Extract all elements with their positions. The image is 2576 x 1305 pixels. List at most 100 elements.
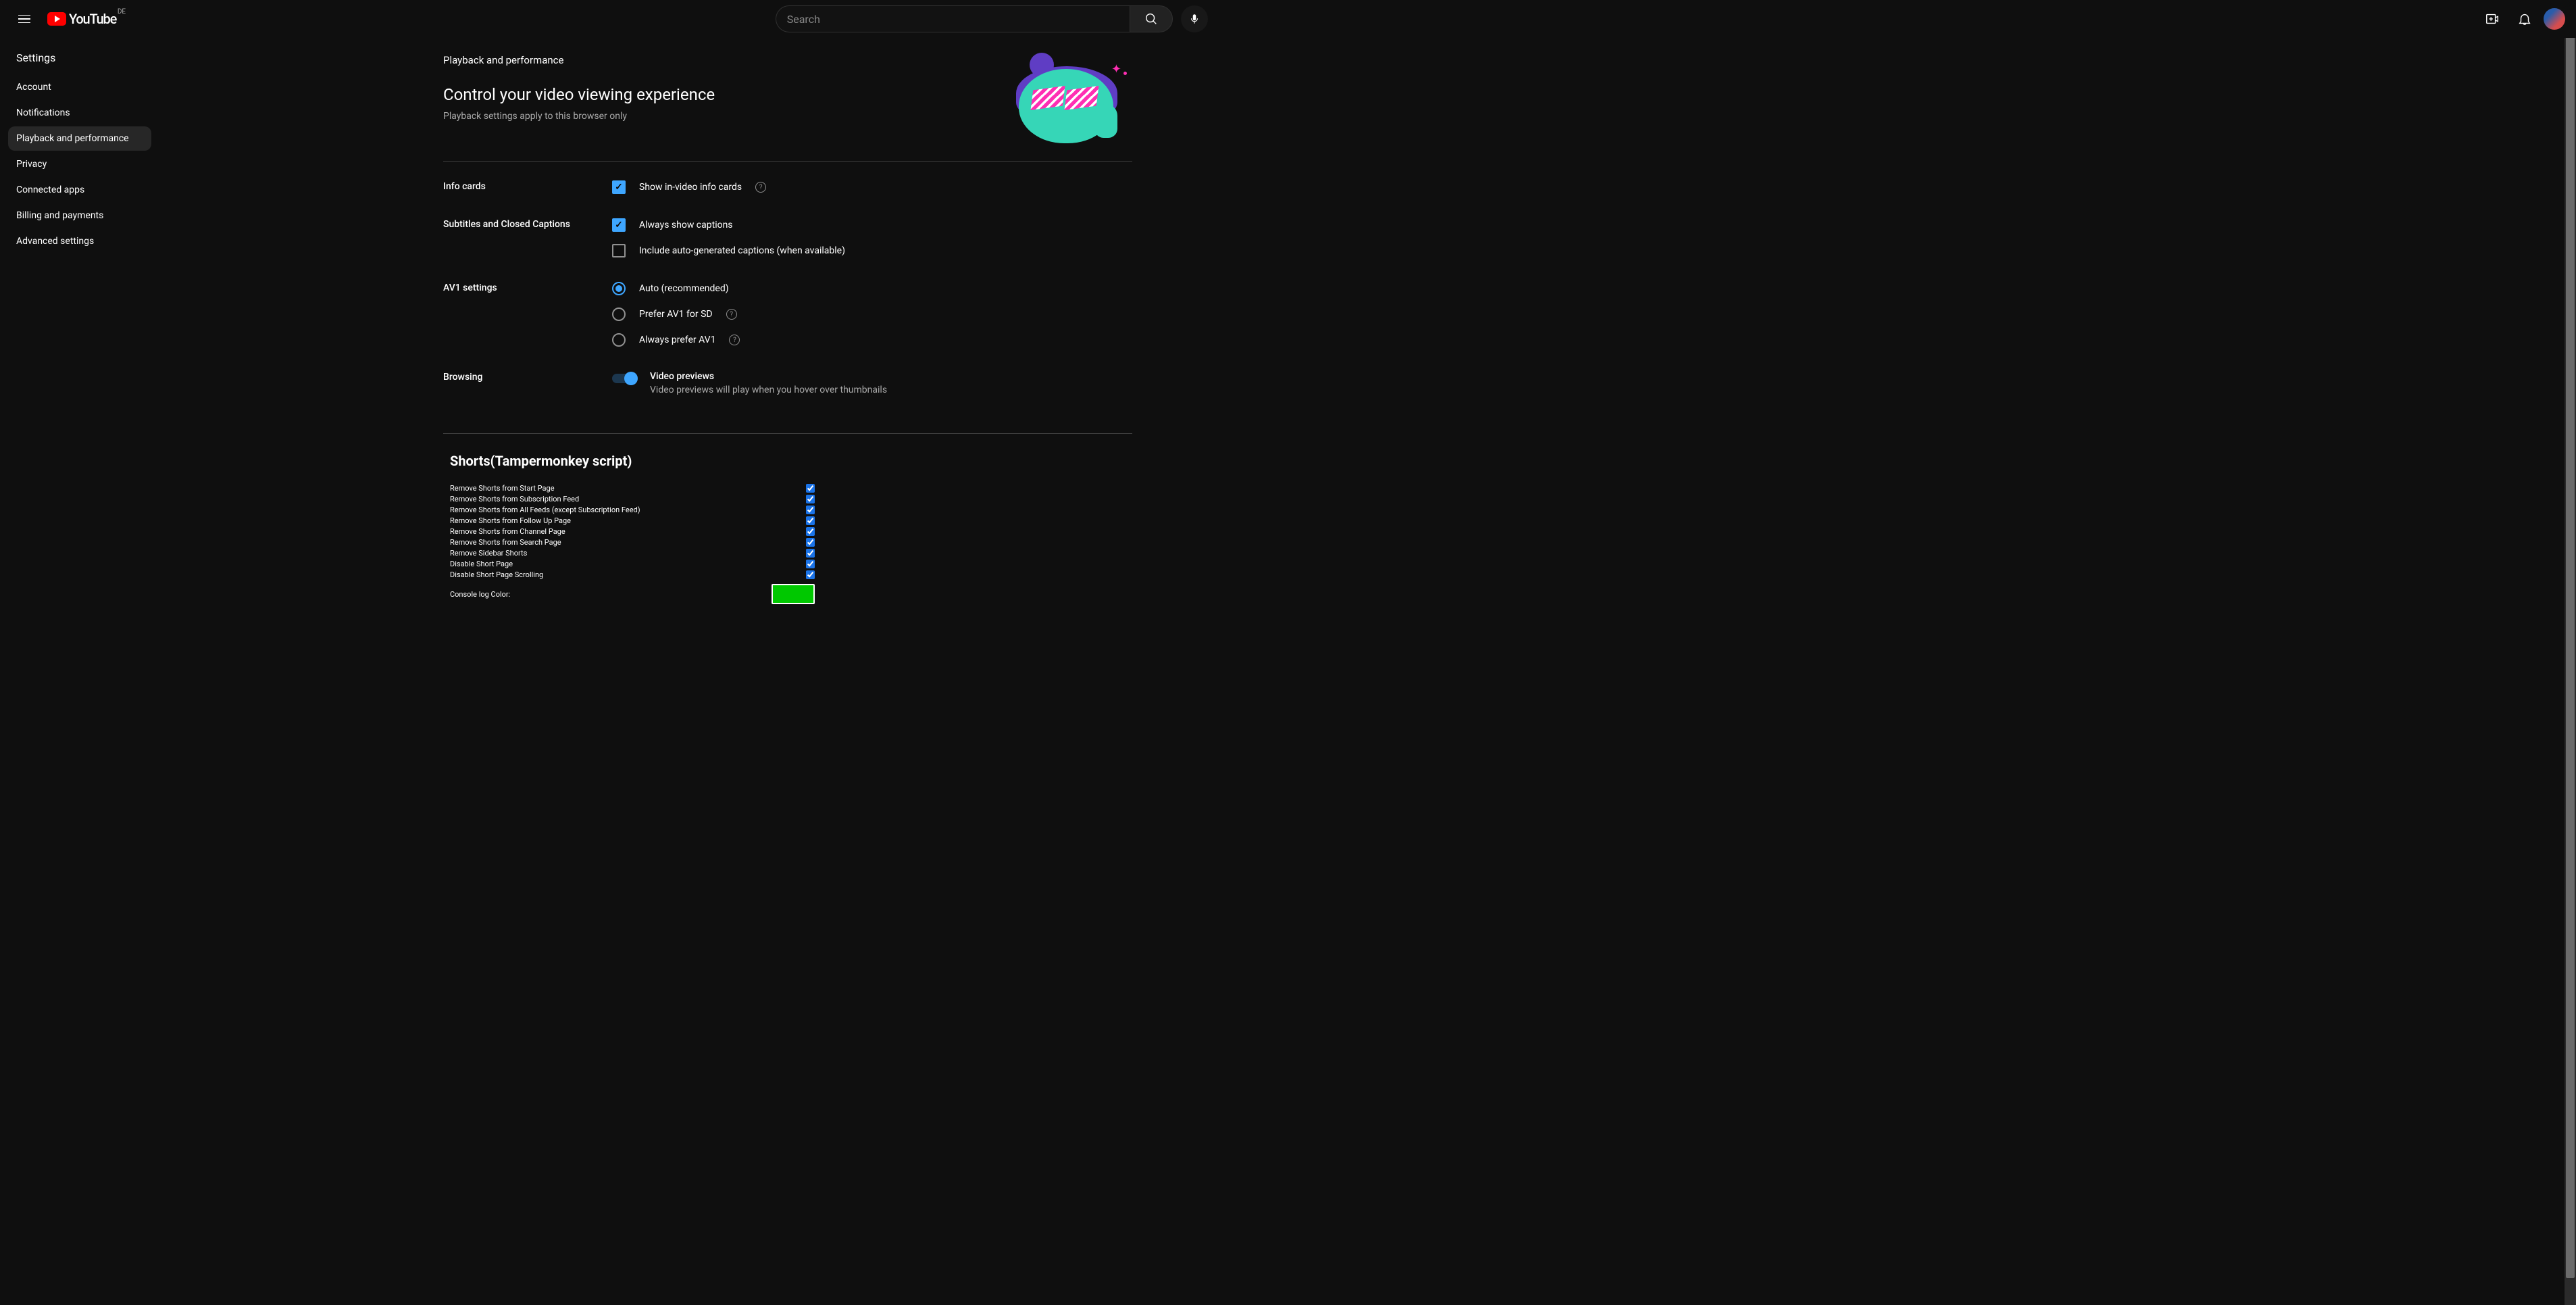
option-av1-auto: Auto (recommended) xyxy=(612,282,1132,295)
youtube-play-icon xyxy=(47,12,66,26)
voice-search-button[interactable] xyxy=(1181,5,1208,32)
radio-av1-always[interactable] xyxy=(612,333,626,347)
page-header-text: Playback and performance Control your vi… xyxy=(443,46,1005,122)
tm-row-label: Remove Shorts from All Feeds (except Sub… xyxy=(450,506,640,514)
section-av1: AV1 settings Auto (recommended) Prefer A… xyxy=(443,263,1132,352)
scrollbar[interactable] xyxy=(2565,0,2576,1305)
toggle-description: Video previews will play when you hover … xyxy=(650,385,887,395)
bell-icon xyxy=(2517,11,2532,26)
tm-row: Remove Shorts from Search Page xyxy=(450,537,815,547)
tm-row-label: Remove Shorts from Subscription Feed xyxy=(450,495,579,503)
tm-row-label: Remove Shorts from Search Page xyxy=(450,538,561,547)
tm-row: Disable Short Page xyxy=(450,558,815,569)
checkbox-show-info-cards[interactable] xyxy=(612,180,626,194)
header: YouTube DE xyxy=(0,0,2576,38)
option-av1-always: Always prefer AV1 ? xyxy=(612,333,1132,347)
youtube-logo[interactable]: YouTube DE xyxy=(47,11,116,27)
tm-row-checkbox[interactable] xyxy=(806,506,815,514)
tm-row-label: Disable Short Page xyxy=(450,560,513,568)
checkbox-auto-captions[interactable] xyxy=(612,244,626,257)
main-content: Playback and performance Control your vi… xyxy=(416,46,1159,645)
tm-row: Remove Shorts from Start Page xyxy=(450,483,815,493)
sidebar-item-account[interactable]: Account xyxy=(8,75,151,99)
sidebar: Settings AccountNotificationsPlayback an… xyxy=(0,46,159,645)
option-label: Prefer AV1 for SD xyxy=(639,309,713,320)
sidebar-item-privacy[interactable]: Privacy xyxy=(8,152,151,176)
sidebar-item-advanced-settings[interactable]: Advanced settings xyxy=(8,229,151,253)
option-label: Show in-video info cards xyxy=(639,182,742,193)
toggle-video-previews[interactable] xyxy=(612,374,636,383)
sidebar-title: Settings xyxy=(8,46,151,75)
option-always-show-captions: Always show captions xyxy=(612,218,1132,232)
section-browsing: Browsing Video previews Video previews w… xyxy=(443,352,1132,414)
option-auto-captions: Include auto-generated captions (when av… xyxy=(612,244,1132,257)
help-icon[interactable]: ? xyxy=(755,182,766,193)
search-wrap xyxy=(776,5,1208,32)
page: Settings AccountNotificationsPlayback an… xyxy=(0,38,2576,645)
divider xyxy=(443,433,1132,434)
sidebar-item-billing-and-payments[interactable]: Billing and payments xyxy=(8,203,151,228)
section-info-cards: Info cards Show in-video info cards ? xyxy=(443,162,1132,199)
tm-row-checkbox[interactable] xyxy=(806,484,815,493)
option-video-previews: Video previews Video previews will play … xyxy=(612,371,1132,395)
section-label: Info cards xyxy=(443,180,599,194)
tm-row: Remove Sidebar Shorts xyxy=(450,547,815,558)
tm-row-checkbox[interactable] xyxy=(806,527,815,536)
tm-row-label: Remove Shorts from Channel Page xyxy=(450,527,565,536)
option-label: Always show captions xyxy=(639,220,733,230)
option-show-info-cards: Show in-video info cards ? xyxy=(612,180,1132,194)
section-body: Always show captions Include auto-genera… xyxy=(612,218,1132,257)
hamburger-icon xyxy=(18,15,30,24)
header-left: YouTube DE xyxy=(11,5,116,32)
section-label: Browsing xyxy=(443,371,599,395)
tm-row-checkbox[interactable] xyxy=(806,516,815,525)
section-body: Auto (recommended) Prefer AV1 for SD ? A… xyxy=(612,282,1132,347)
tm-row-label: Disable Short Page Scrolling xyxy=(450,570,543,579)
microphone-icon xyxy=(1188,13,1201,25)
radio-av1-sd[interactable] xyxy=(612,307,626,321)
header-right xyxy=(2479,5,2565,32)
tm-row: Disable Short Page Scrolling xyxy=(450,569,815,580)
sidebar-item-notifications[interactable]: Notifications xyxy=(8,101,151,125)
sidebar-item-connected-apps[interactable]: Connected apps xyxy=(8,178,151,202)
header-center xyxy=(728,5,1255,32)
notifications-button[interactable] xyxy=(2511,5,2538,32)
tampermonkey-title: Shorts(Tampermonkey script) xyxy=(450,453,1132,469)
tm-row: Remove Shorts from Subscription Feed xyxy=(450,493,815,504)
help-icon[interactable]: ? xyxy=(726,309,737,320)
tm-row-checkbox[interactable] xyxy=(806,538,815,547)
page-overline: Playback and performance xyxy=(443,54,1005,66)
tm-row-checkbox[interactable] xyxy=(806,570,815,579)
section-captions: Subtitles and Closed Captions Always sho… xyxy=(443,199,1132,263)
sidebar-items: AccountNotificationsPlayback and perform… xyxy=(8,75,151,253)
menu-button[interactable] xyxy=(11,5,38,32)
tm-row-checkbox[interactable] xyxy=(806,560,815,568)
avatar[interactable] xyxy=(2544,8,2565,30)
tm-row-checkbox[interactable] xyxy=(806,549,815,558)
toggle-texts: Video previews Video previews will play … xyxy=(650,371,887,395)
tm-color-label: Console log Color: xyxy=(450,590,510,599)
page-subtitle: Playback settings apply to this browser … xyxy=(443,111,1005,122)
tm-row-checkbox[interactable] xyxy=(806,495,815,503)
region-code: DE xyxy=(118,8,126,16)
tm-row: Remove Shorts from Follow Up Page xyxy=(450,515,815,526)
option-label: Auto (recommended) xyxy=(639,283,729,294)
create-icon xyxy=(2485,11,2500,26)
search-button[interactable] xyxy=(1130,5,1173,32)
tm-row-label: Remove Sidebar Shorts xyxy=(450,549,527,558)
search-input[interactable] xyxy=(776,5,1130,32)
create-button[interactable] xyxy=(2479,5,2506,32)
tm-color-input[interactable] xyxy=(772,584,815,604)
sidebar-item-playback-and-performance[interactable]: Playback and performance xyxy=(8,126,151,151)
option-av1-sd: Prefer AV1 for SD ? xyxy=(612,307,1132,321)
tampermonkey-section: Shorts(Tampermonkey script) Remove Short… xyxy=(443,453,1132,604)
page-header-block: Playback and performance Control your vi… xyxy=(443,46,1132,162)
tm-row-label: Remove Shorts from Start Page xyxy=(450,484,555,493)
page-illustration: ✦ xyxy=(1005,53,1127,147)
tampermonkey-rows: Remove Shorts from Start Page Remove Shor… xyxy=(450,483,1132,580)
checkbox-always-captions[interactable] xyxy=(612,218,626,232)
help-icon[interactable]: ? xyxy=(729,335,740,345)
tm-row-label: Remove Shorts from Follow Up Page xyxy=(450,516,571,525)
section-label: AV1 settings xyxy=(443,282,599,347)
radio-av1-auto[interactable] xyxy=(612,282,626,295)
